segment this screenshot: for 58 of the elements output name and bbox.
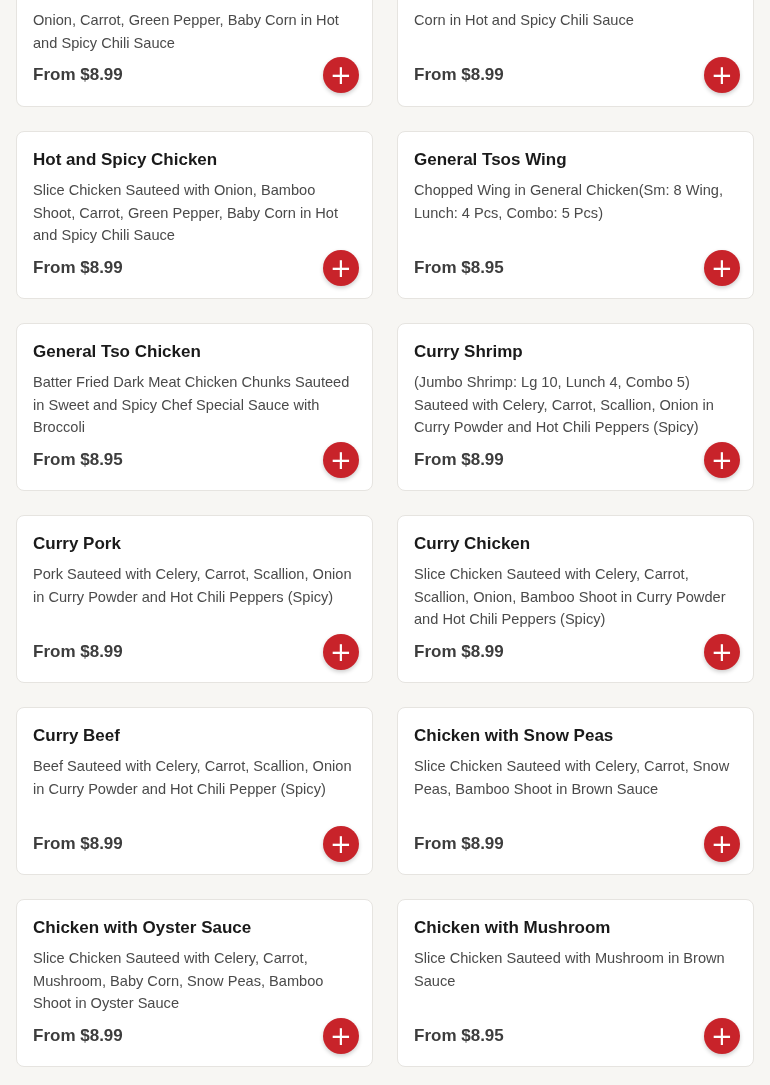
item-name: Curry Shrimp (414, 341, 524, 363)
add-button[interactable]: + (323, 57, 359, 93)
item-description: Beef Sauteed with Celery, Carrot, Scallion, Onion in Curry Powder and Hot Chili Pepper (Spicy) (33, 757, 353, 799)
menu-item-card[interactable]: Curry Chicken Slice Chicken Sauteed with Celery, Carrot, Scallion, Onion, Bamboo Shoot in Curry Powder and Hot Chili Peppers (Spicy) From $8.99 + (397, 515, 754, 683)
add-button[interactable]: + (704, 441, 740, 478)
menu-item-card[interactable]: Curry Pork Pork Sauteed with Celery, Carrot, Scallion, Onion in Curry Powder and Hot Chili Peppers (Spicy) From $8.99 + (16, 515, 373, 683)
add-button[interactable]: + (323, 441, 359, 478)
item-description: (Jumbo Shrimp: Lg 10, Lunch 4, Combo 5) Sauteed with Celery, Carrot, Scallion, Onion in Curry Powder and Hot Chili Peppers (Spicy) (414, 373, 715, 437)
item-price: From $8.99 (414, 833, 504, 854)
item-price: From $8.95 (414, 257, 504, 278)
item-description: Slice Chicken Sauteed with Celery, Carrot, Snow Peas, Bamboo Shoot in Brown Sauce (414, 757, 731, 799)
item-price: From $8.99 (414, 65, 504, 85)
item-description: Slice Chicken Sauteed with Celery, Carrot, Mushroom, Baby Corn, Snow Peas, Bamboo Shoot in Oyster Sauce (33, 949, 325, 1013)
item-name: Hot and Spicy Chicken (33, 149, 219, 171)
item-description: Onion, Carrot, Green Pepper, Baby Corn in Hot and Spicy Chili Sauce (33, 11, 340, 53)
menu-item-card[interactable]: Curry Shrimp (Jumbo Shrimp: Lg 10, Lunch 4, Combo 5) Sauteed with Celery, Carrot, Scallion, Onion in Curry Powder and Hot Chili Peppers (Spicy) From $8.99 + (397, 323, 754, 491)
item-price: From $8.99 (33, 833, 123, 854)
item-price: From $8.99 (33, 641, 123, 662)
add-button[interactable]: + (323, 249, 359, 286)
item-price: From $8.99 (414, 641, 504, 662)
item-price: From $8.99 (33, 65, 123, 85)
menu-item-card[interactable]: Chicken with Snow Peas Slice Chicken Sauteed with Celery, Carrot, Snow Peas, Bamboo Shoot in Brown Sauce From $8.99 + (397, 707, 754, 875)
item-name: Curry Pork (33, 533, 122, 555)
item-description: Pork Sauteed with Celery, Carrot, Scallion, Onion in Curry Powder and Hot Chili Peppers (Spicy) (33, 565, 353, 607)
item-description: Slice Chicken Sauteed with Onion, Bamboo Shoot, Carrot, Green Pepper, Baby Corn in Hot and Spicy Chili Sauce (33, 181, 339, 245)
item-name: Curry Chicken (414, 533, 532, 555)
menu-item-card[interactable]: General Tsos Wing Chopped Wing in General Chicken(Sm: 8 Wing, Lunch: 4 Pcs, Combo: 5 Pcs) From $8.95 + (397, 131, 754, 299)
menu-item-card[interactable]: General Tso Chicken Batter Fried Dark Meat Chicken Chunks Sauteed in Sweet and Spicy Chef Special Sauce with Broccoli From $8.95 + (16, 323, 373, 491)
add-button[interactable]: + (704, 633, 740, 670)
item-name: General Tso Chicken (33, 341, 202, 363)
item-price: From $8.99 (33, 1025, 123, 1046)
menu-item-card[interactable]: Chicken with Oyster Sauce Slice Chicken Sauteed with Celery, Carrot, Mushroom, Baby Corn, Snow Peas, Bamboo Shoot in Oyster Sauce From $8.99 + (16, 899, 373, 1067)
menu-item-card[interactable]: Curry Beef Beef Sauteed with Celery, Carrot, Scallion, Onion in Curry Powder and Hot Chili Pepper (Spicy) From $8.99 + (16, 707, 373, 875)
add-button[interactable]: + (704, 249, 740, 286)
item-description: Batter Fried Dark Meat Chicken Chunks Sauteed in Sweet and Spicy Chef Special Sauce with Broccoli (33, 373, 351, 437)
add-button[interactable]: + (323, 633, 359, 670)
menu-item-card[interactable]: Corn in Hot and Spicy Chili Sauce From $8.99 + (397, 0, 754, 107)
item-name: Curry Beef (33, 725, 121, 747)
add-button[interactable]: + (323, 1017, 359, 1054)
item-name: Chicken with Mushroom (414, 917, 612, 939)
add-button[interactable]: + (704, 57, 740, 93)
item-description: Chopped Wing in General Chicken(Sm: 8 Wing, Lunch: 4 Pcs, Combo: 5 Pcs) (414, 181, 725, 223)
item-description: Slice Chicken Sauteed with Mushroom in Brown Sauce (414, 949, 726, 991)
item-description: Corn in Hot and Spicy Chili Sauce (414, 11, 635, 30)
add-button[interactable]: + (704, 1017, 740, 1054)
item-price: From $8.95 (33, 449, 123, 470)
add-button[interactable]: + (323, 825, 359, 862)
item-name: General Tsos Wing (414, 149, 568, 171)
item-description: Slice Chicken Sauteed with Celery, Carrot, Scallion, Onion, Bamboo Shoot in Curry Powder and Hot Chili Peppers (Spicy) (414, 565, 727, 629)
item-price: From $8.99 (33, 257, 123, 278)
add-button[interactable]: + (704, 825, 740, 862)
menu-item-card[interactable]: Hot and Spicy Chicken Slice Chicken Sauteed with Onion, Bamboo Shoot, Carrot, Green Pepper, Baby Corn in Hot and Spicy Chili Sauce From $8.99 + (16, 131, 373, 299)
item-name: Chicken with Snow Peas (414, 725, 615, 747)
item-price: From $8.99 (414, 449, 504, 470)
item-name: Chicken with Oyster Sauce (33, 917, 253, 939)
item-price: From $8.95 (414, 1025, 504, 1046)
menu-item-card[interactable]: Chicken with Mushroom Slice Chicken Sauteed with Mushroom in Brown Sauce From $8.95 + (397, 899, 754, 1067)
menu-item-card[interactable]: Onion, Carrot, Green Pepper, Baby Corn in Hot and Spicy Chili Sauce From $8.99 + (16, 0, 373, 107)
